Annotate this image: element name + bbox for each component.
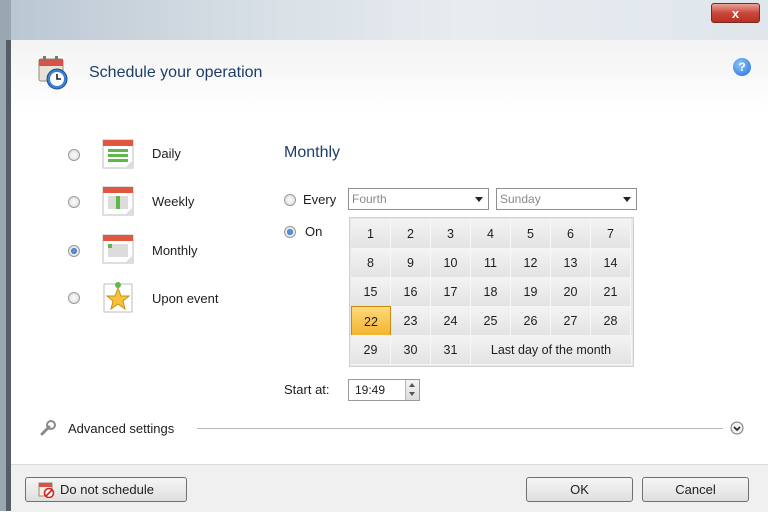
calendar-monthly-icon <box>102 234 134 264</box>
calendar-day-cell[interactable]: 22 <box>351 306 391 336</box>
week-select-value: Fourth <box>352 192 387 206</box>
calendar-day-cell[interactable]: 13 <box>551 248 591 278</box>
no-schedule-icon <box>38 482 55 498</box>
calendar-day-cell[interactable]: 10 <box>431 248 471 278</box>
monthly-section-title: Monthly <box>284 144 341 161</box>
radio-every[interactable] <box>284 194 296 206</box>
spin-up-icon[interactable] <box>409 383 415 387</box>
calendar-day-cell[interactable]: 20 <box>551 277 591 307</box>
ok-button[interactable]: OK <box>526 477 633 502</box>
event-star-icon <box>103 282 133 313</box>
chevron-down-icon <box>475 197 483 202</box>
option-weekly-label[interactable]: Weekly <box>152 194 194 209</box>
advanced-divider <box>197 428 723 429</box>
radio-daily[interactable] <box>68 149 80 161</box>
last-day-of-month-cell[interactable]: Last day of the month <box>471 335 632 365</box>
schedule-clock-icon <box>38 56 68 90</box>
calendar-day-cell[interactable]: 3 <box>431 219 471 249</box>
calendar-day-cell[interactable]: 26 <box>511 306 551 336</box>
dialog-client: Schedule your operation ? Daily Weekly M… <box>11 40 768 512</box>
spin-down-icon[interactable] <box>409 392 415 396</box>
calendar-day-cell[interactable]: 11 <box>471 248 511 278</box>
day-select-value: Sunday <box>500 192 541 206</box>
chevron-down-icon <box>623 197 631 202</box>
calendar-day-cell[interactable]: 31 <box>431 335 471 365</box>
calendar-day-cell[interactable]: 25 <box>471 306 511 336</box>
wrench-icon <box>40 420 56 436</box>
option-monthly-label[interactable]: Monthly <box>152 243 198 258</box>
calendar-day-cell[interactable]: 29 <box>351 335 391 365</box>
radio-on[interactable] <box>284 226 296 238</box>
help-icon[interactable]: ? <box>733 58 751 76</box>
calendar-day-cell[interactable]: 28 <box>591 306 631 336</box>
start-time-input[interactable]: 19:49 <box>348 379 420 401</box>
calendar-day-cell[interactable]: 19 <box>511 277 551 307</box>
window-left-edge <box>0 0 11 511</box>
calendar-day-cell[interactable]: 14 <box>591 248 631 278</box>
do-not-schedule-button[interactable]: Do not schedule <box>25 477 187 502</box>
radio-weekly[interactable] <box>68 196 80 208</box>
week-select[interactable]: Fourth <box>348 188 489 210</box>
calendar-day-cell[interactable]: 21 <box>591 277 631 307</box>
advanced-settings-link[interactable]: Advanced settings <box>68 421 174 436</box>
calendar-day-cell[interactable]: 15 <box>351 277 391 307</box>
calendar-day-cell[interactable]: 18 <box>471 277 511 307</box>
dialog-header: Schedule your operation ? <box>11 40 768 114</box>
calendar-day-cell[interactable]: 16 <box>391 277 431 307</box>
day-select[interactable]: Sunday <box>496 188 637 210</box>
calendar-day-cell[interactable]: 30 <box>391 335 431 365</box>
calendar-day-cell[interactable]: 27 <box>551 306 591 336</box>
option-upon-event-label[interactable]: Upon event <box>152 291 219 306</box>
radio-upon-event[interactable] <box>68 292 80 304</box>
time-spinner[interactable] <box>405 380 419 400</box>
calendar-day-cell[interactable]: 12 <box>511 248 551 278</box>
start-at-label: Start at: <box>284 382 330 397</box>
calendar-daily-icon <box>102 139 134 169</box>
start-time-value: 19:49 <box>355 383 386 397</box>
window-titlebar <box>0 0 768 40</box>
calendar-weekly-icon <box>102 186 134 216</box>
calendar-day-cell[interactable]: 6 <box>551 219 591 249</box>
every-label[interactable]: Every <box>303 192 336 207</box>
calendar-day-cell[interactable]: 8 <box>351 248 391 278</box>
calendar-day-cell[interactable]: 23 <box>391 306 431 336</box>
chevron-down-circle-icon[interactable] <box>730 421 744 435</box>
calendar-day-cell[interactable]: 9 <box>391 248 431 278</box>
radio-monthly[interactable] <box>68 245 80 257</box>
dialog-title: Schedule your operation <box>89 64 263 81</box>
on-label[interactable]: On <box>305 224 322 239</box>
calendar-day-cell[interactable]: 5 <box>511 219 551 249</box>
dialog-footer: Do not schedule OK Cancel <box>11 464 768 512</box>
day-of-month-grid: 1 2 3 4 5 6 7 8 9 10 11 12 13 14 15 16 17 18 19 20 21 22 23 24 2… <box>349 217 634 367</box>
calendar-day-cell[interactable]: 17 <box>431 277 471 307</box>
calendar-day-cell[interactable]: 2 <box>391 219 431 249</box>
cancel-button[interactable]: Cancel <box>642 477 749 502</box>
option-daily-label[interactable]: Daily <box>152 146 181 161</box>
window-close-button[interactable]: x <box>711 3 760 23</box>
calendar-day-cell[interactable]: 4 <box>471 219 511 249</box>
do-not-schedule-label: Do not schedule <box>60 482 154 497</box>
calendar-day-cell[interactable]: 1 <box>351 219 391 249</box>
calendar-day-cell[interactable]: 7 <box>591 219 631 249</box>
calendar-day-cell[interactable]: 24 <box>431 306 471 336</box>
